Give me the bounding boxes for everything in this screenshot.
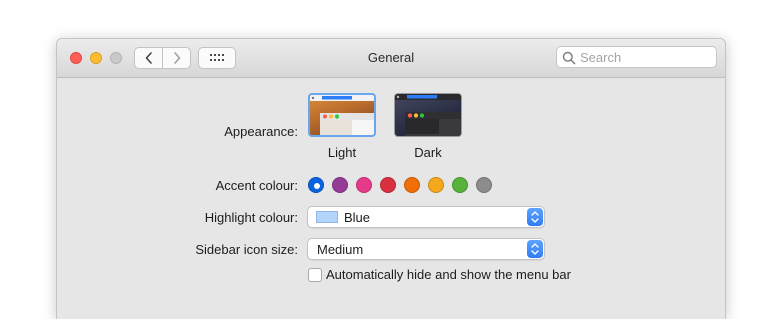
- appearance-light-thumbnail[interactable]: [308, 93, 376, 137]
- search-placeholder: Search: [580, 50, 622, 65]
- sidebar-icon-size-value: Medium: [317, 242, 364, 257]
- accent-colour-label: Accent colour:: [215, 178, 298, 193]
- auto-hide-menu-bar-checkbox[interactable]: [308, 268, 322, 282]
- dark-window-preview: [395, 94, 461, 136]
- highlight-colour-popup[interactable]: Blue: [307, 206, 545, 228]
- accent-swatch-blue[interactable]: [308, 177, 324, 193]
- accent-swatch-orange[interactable]: [404, 177, 420, 193]
- appearance-light-label: Light: [327, 145, 357, 160]
- accent-swatch-pink[interactable]: [356, 177, 372, 193]
- accent-swatch-graphite[interactable]: [476, 177, 492, 193]
- title-bar: General Search: [57, 39, 725, 78]
- highlight-colour-chip: [316, 211, 338, 223]
- accent-swatch-yellow[interactable]: [428, 177, 444, 193]
- popup-stepper-icon: [527, 208, 543, 226]
- popup-stepper-icon: [527, 240, 543, 258]
- accent-swatch-green[interactable]: [452, 177, 468, 193]
- appearance-dark-label: Dark: [414, 145, 442, 160]
- accent-swatch-red[interactable]: [380, 177, 396, 193]
- accent-swatch-purple[interactable]: [332, 177, 348, 193]
- appearance-label: Appearance:: [224, 124, 298, 139]
- auto-hide-menu-bar-label: Automatically hide and show the menu bar: [326, 267, 571, 282]
- sidebar-icon-size-popup[interactable]: Medium: [307, 238, 545, 260]
- highlight-colour-value: Blue: [344, 210, 371, 225]
- search-icon: [562, 51, 576, 65]
- sidebar-icon-size-label: Sidebar icon size:: [195, 242, 298, 257]
- highlight-colour-label: Highlight colour:: [204, 210, 298, 225]
- light-window-preview: [310, 95, 374, 135]
- system-preferences-window: General Search Appearance: Light Dark Ac…: [56, 38, 726, 319]
- appearance-dark-thumbnail[interactable]: [394, 93, 462, 137]
- search-field[interactable]: Search: [556, 46, 717, 68]
